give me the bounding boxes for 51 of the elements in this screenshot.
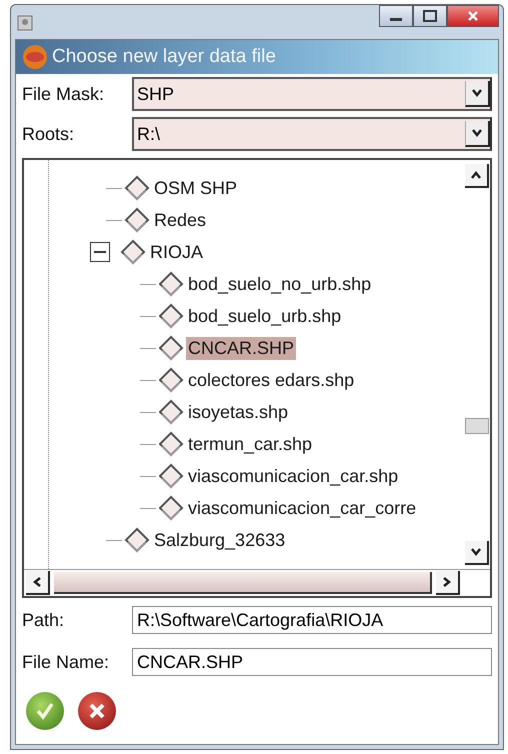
- diamond-icon: [158, 271, 184, 297]
- minimize-button[interactable]: [379, 5, 413, 27]
- diamond-icon: [158, 303, 184, 329]
- tree-item[interactable]: isoyetas.shp: [186, 400, 290, 424]
- diamond-icon: [158, 367, 184, 393]
- folder-diamond-icon: [120, 239, 146, 265]
- tree-item[interactable]: viascomunicacion_car_corre: [186, 496, 418, 520]
- scroll-down-button[interactable]: [465, 541, 489, 565]
- close-icon: [467, 10, 479, 22]
- dropdown-field[interactable]: SHP: [132, 77, 492, 111]
- horizontal-scrollbar[interactable]: [24, 569, 490, 596]
- diamond-icon: [158, 335, 184, 361]
- cancel-button[interactable]: [78, 692, 116, 730]
- app-icon: [17, 15, 33, 31]
- scroll-right-button[interactable]: [436, 571, 460, 595]
- input-field[interactable]: CNCAR.SHP: [132, 648, 492, 676]
- diamond-icon: [124, 207, 150, 233]
- scroll-up-button[interactable]: [465, 164, 489, 188]
- tree-item[interactable]: termun_car.shp: [186, 432, 314, 456]
- scroll-thumb[interactable]: [465, 418, 489, 434]
- tree-item[interactable]: Salzburg_32633: [152, 528, 288, 552]
- diamond-icon: [124, 527, 150, 553]
- diamond-icon: [158, 463, 184, 489]
- ok-button[interactable]: [26, 692, 64, 730]
- field-label: Roots:: [22, 124, 76, 144]
- input-field[interactable]: R:\Software\Cartografia\RIOJA: [132, 606, 492, 634]
- diamond-icon: [158, 399, 184, 425]
- checkmark-icon: [34, 700, 56, 722]
- scroll-left-button[interactable]: [26, 571, 50, 595]
- field-label: Path:: [22, 610, 66, 630]
- tree-item[interactable]: viascomunicacion_car.shp: [186, 464, 400, 488]
- tree-item[interactable]: bod_suelo_urb.shp: [186, 304, 344, 328]
- collapse-toggle[interactable]: [90, 242, 110, 262]
- tree-item[interactable]: CNCAR.SHP: [186, 336, 296, 360]
- diamond-icon: [158, 495, 184, 521]
- globe-logo-icon: [22, 44, 48, 70]
- dropdown-field[interactable]: R:\: [132, 117, 492, 151]
- scroll-thumb[interactable]: [54, 572, 432, 594]
- diamond-icon: [124, 175, 150, 201]
- tree-item[interactable]: OSM SHP: [152, 176, 240, 200]
- close-button[interactable]: [447, 5, 499, 27]
- tree-item[interactable]: Redes: [152, 208, 208, 232]
- tree-item[interactable]: colectores edars.shp: [186, 368, 356, 392]
- maximize-button[interactable]: [413, 5, 447, 27]
- cross-icon: [87, 701, 107, 721]
- diamond-icon: [158, 431, 184, 457]
- tree-item[interactable]: RIOJA: [148, 240, 206, 264]
- dialog-title: Choose new layer data file: [52, 46, 276, 68]
- field-label: File Mask:: [22, 84, 106, 104]
- tree-item[interactable]: bod_suelo_no_urb.shp: [186, 272, 374, 296]
- field-label: File Name:: [22, 652, 110, 672]
